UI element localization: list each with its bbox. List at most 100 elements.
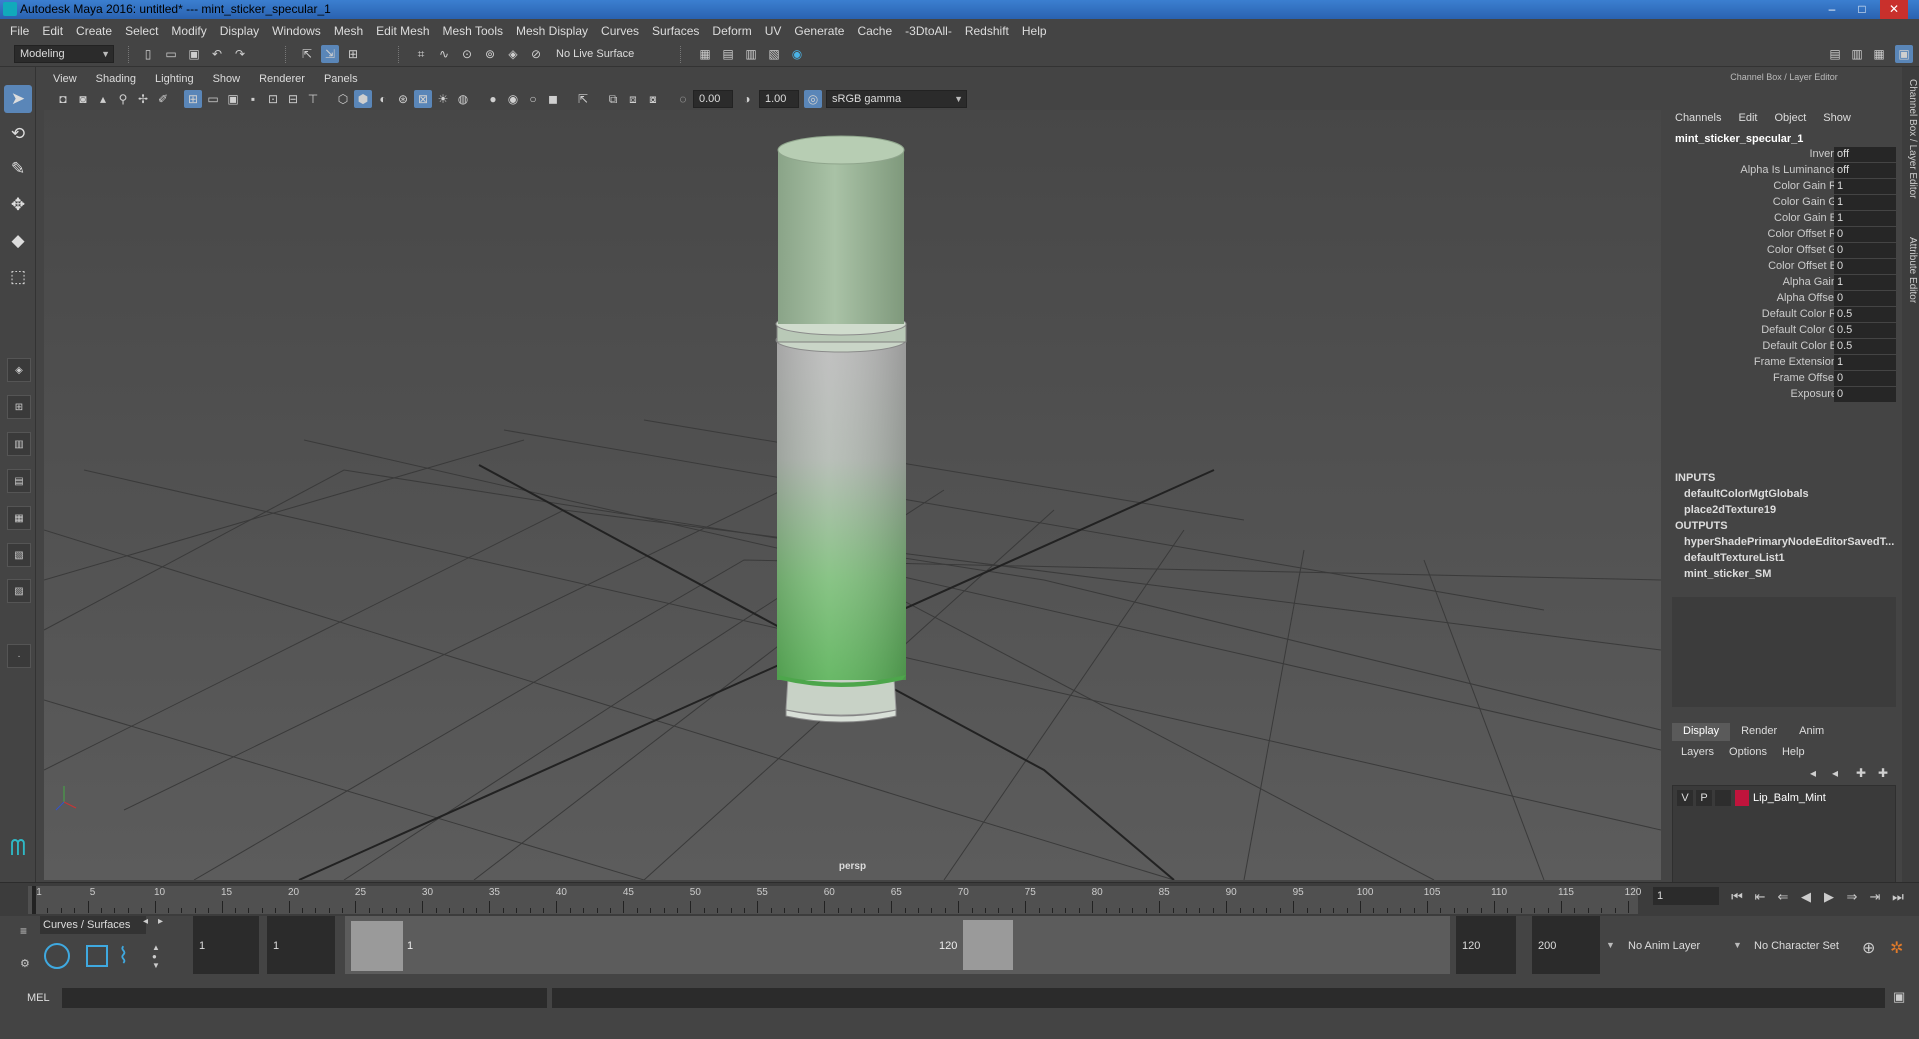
single-view-layout-icon[interactable]: ◈	[7, 358, 31, 382]
end-time-field[interactable]: 120	[1456, 916, 1516, 974]
command-input[interactable]	[62, 988, 547, 1008]
channel-attribute-name[interactable]: Color Gain B	[1774, 212, 1837, 224]
channel-attribute-value[interactable]: 0	[1834, 387, 1896, 402]
channel-box-side-tab[interactable]: Channel Box / Layer Editor	[1903, 79, 1918, 209]
depth-of-field-icon[interactable]: ◼	[544, 90, 562, 108]
outputs-header[interactable]: OUTPUTS	[1675, 520, 1728, 532]
attribute-toggle-icon[interactable]: ▦	[1870, 45, 1888, 63]
menu-cache[interactable]: Cache	[853, 24, 901, 38]
menu-curves[interactable]: Curves	[597, 24, 648, 38]
range-slider[interactable]: 1 120	[345, 916, 1450, 974]
maya-home-icon[interactable]: ᗰ	[4, 834, 32, 862]
channel-attribute-name[interactable]: Color Offset G	[1767, 244, 1837, 256]
wireframe-icon[interactable]: ⬡	[334, 90, 352, 108]
shadows-icon[interactable]: ◍	[454, 90, 472, 108]
render-frame-icon[interactable]: ▦	[696, 45, 714, 63]
film-gate-icon[interactable]: ▭	[204, 90, 222, 108]
layer-name[interactable]: Lip_Balm_Mint	[1753, 790, 1826, 806]
inputs-header[interactable]: INPUTS	[1675, 472, 1715, 484]
vp-menu-lighting[interactable]: Lighting	[146, 73, 204, 85]
channel-attribute-row[interactable]: Frame Extension 1	[1666, 355, 1896, 371]
channel-attribute-name[interactable]: Alpha Offset	[1777, 292, 1837, 304]
channel-attribute-row[interactable]: Default Color G 0.5	[1666, 323, 1896, 339]
channel-attribute-row[interactable]: Alpha Gain 1	[1666, 275, 1896, 291]
channel-attribute-row[interactable]: Default Color R 0.5	[1666, 307, 1896, 323]
menu-modify[interactable]: Modify	[167, 24, 215, 38]
ipr-render-icon[interactable]: ▤	[719, 45, 737, 63]
tab-display[interactable]: Display	[1672, 723, 1731, 741]
snap-grid-icon[interactable]: ⌗	[412, 45, 430, 63]
menu-mesh-display[interactable]: Mesh Display	[512, 24, 597, 38]
channel-attribute-value[interactable]: 1	[1834, 275, 1896, 290]
menu-mesh[interactable]: Mesh	[330, 24, 372, 38]
cb-menu-edit[interactable]: Edit	[1738, 112, 1757, 124]
screen-space-ao-icon[interactable]: ●	[484, 90, 502, 108]
exposure-field[interactable]: 0.00	[693, 90, 733, 108]
snap-curve-icon[interactable]: ∿	[435, 45, 453, 63]
menu-select[interactable]: Select	[121, 24, 167, 38]
menu-display[interactable]: Display	[216, 24, 268, 38]
undo-icon[interactable]: ↶	[208, 45, 226, 63]
anim-layer-dropdown[interactable]: No Anim Layer	[1622, 916, 1724, 974]
channel-attribute-name[interactable]: Frame Extension	[1754, 356, 1837, 368]
channel-attribute-value[interactable]: 0	[1834, 259, 1896, 274]
menu-generate[interactable]: Generate	[790, 24, 853, 38]
rotate-tool-icon[interactable]: ◆	[4, 227, 32, 255]
gate-mask-icon[interactable]: ▪	[244, 90, 262, 108]
gamma-field[interactable]: 1.00	[759, 90, 799, 108]
input-node[interactable]: defaultColorMgtGlobals	[1684, 488, 1899, 500]
menu-uv[interactable]: UV	[761, 24, 791, 38]
layer-visibility-toggle[interactable]: V	[1677, 790, 1693, 806]
shelf-settings-icon[interactable]: ⚙	[20, 957, 34, 971]
channel-attribute-name[interactable]: Color Gain R	[1773, 180, 1837, 192]
save-scene-icon[interactable]: ▣	[185, 45, 203, 63]
range-start-handle[interactable]	[351, 921, 403, 971]
start-time-field[interactable]: 1	[193, 916, 259, 974]
channel-attribute-row[interactable]: Color Gain B1	[1666, 211, 1896, 227]
output-node[interactable]: defaultTextureList1	[1684, 552, 1899, 564]
menu-set-dropdown[interactable]: Modeling ▼	[14, 45, 114, 63]
go-to-end-icon[interactable]: ⏭	[1889, 888, 1907, 906]
gamma-icon[interactable]: ◑	[738, 90, 756, 108]
tab-render[interactable]: Render	[1730, 723, 1788, 741]
chevron-down-icon[interactable]: ▼	[1733, 940, 1742, 950]
shelf-tab[interactable]: Curves / Surfaces	[40, 916, 146, 934]
channel-attribute-name[interactable]: Alpha Is Luminance	[1740, 164, 1837, 176]
channel-attribute-name[interactable]: Default Color G	[1761, 324, 1837, 336]
make-live-icon[interactable]: ⊘	[527, 45, 545, 63]
graph-layout-icon[interactable]: ▧	[7, 543, 31, 567]
auto-key-icon[interactable]: ⊕	[1862, 938, 1875, 958]
channel-attribute-value[interactable]: off	[1834, 163, 1896, 178]
channel-attribute-value[interactable]: 1	[1834, 179, 1896, 194]
shelf-next-icon[interactable]: ▸	[158, 916, 163, 927]
view-transform-dropdown[interactable]: sRGB gamma ▼	[826, 90, 967, 108]
anti-alias-icon[interactable]: ○	[524, 90, 542, 108]
two-side-layout-icon[interactable]: ▥	[7, 432, 31, 456]
step-forward-key-icon[interactable]: ⇥	[1866, 888, 1884, 906]
menu-3dtoall[interactable]: -3DtoAll-	[901, 24, 961, 38]
go-to-start-icon[interactable]: ⏮	[1728, 888, 1746, 906]
selected-node-name[interactable]: mint_sticker_specular_1	[1675, 133, 1803, 145]
channel-attribute-name[interactable]: Default Color B	[1762, 340, 1837, 352]
use-default-material-icon[interactable]: ◐	[374, 90, 392, 108]
play-forwards-icon[interactable]: ▶	[1820, 888, 1838, 906]
channel-attribute-name[interactable]: Invert	[1809, 148, 1837, 160]
channel-attribute-value[interactable]: 1	[1834, 355, 1896, 370]
workspace-icon[interactable]: ▤	[1826, 45, 1844, 63]
vp-menu-renderer[interactable]: Renderer	[250, 73, 315, 85]
render-view-icon[interactable]: ◉	[788, 45, 806, 63]
channel-attribute-value[interactable]: 0.5	[1834, 323, 1896, 338]
channel-attribute-name[interactable]: Exposure	[1791, 388, 1837, 400]
layer-color-swatch[interactable]	[1735, 790, 1749, 806]
redo-icon[interactable]: ↷	[231, 45, 249, 63]
grease-pencil-icon[interactable]: ✐	[154, 90, 172, 108]
nurbs-circle-icon[interactable]	[44, 943, 70, 969]
channel-attribute-name[interactable]: Color Gain G	[1773, 196, 1837, 208]
tab-anim[interactable]: Anim	[1788, 723, 1835, 741]
camera-attr-icon[interactable]: ◙	[74, 90, 92, 108]
character-set-dropdown[interactable]: No Character Set	[1748, 916, 1860, 974]
image-plane-icon[interactable]: ⚲	[114, 90, 132, 108]
channel-attribute-value[interactable]: 0	[1834, 227, 1896, 242]
channel-attribute-row[interactable]: Color Offset R0	[1666, 227, 1896, 243]
channel-attribute-value[interactable]: 0.5	[1834, 307, 1896, 322]
